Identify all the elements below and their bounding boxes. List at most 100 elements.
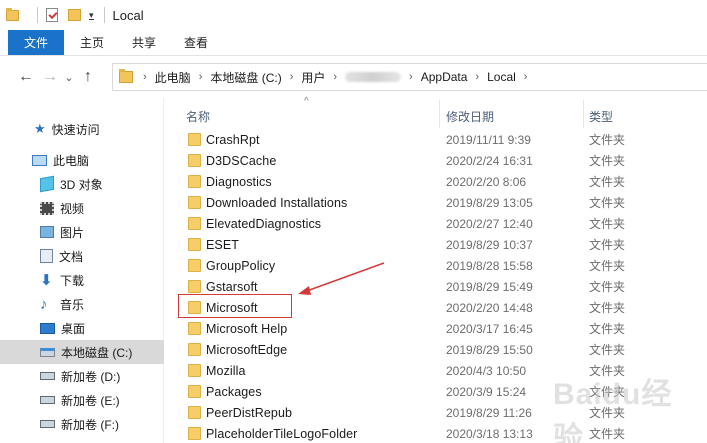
chevron-right-icon[interactable]: › [524,71,528,83]
back-arrow-icon[interactable]: ← [14,68,38,86]
folder-icon [119,69,133,83]
nav-label: 下载 [60,273,85,288]
breadcrumb-local[interactable]: Local [487,70,516,84]
nav-quick-access[interactable]: ★ 快速访问 [0,117,164,141]
chevron-right-icon[interactable]: › [199,71,203,83]
file-name: Mozilla [206,363,246,378]
breadcrumb-users[interactable]: 用户 [301,69,325,86]
column-header-date[interactable]: 修改日期 [446,104,494,128]
file-date: 2019/8/29 13:05 [446,195,533,210]
file-name: Packages [206,384,262,399]
file-row[interactable]: MicrosoftEdge 2019/8/29 15:50 文件夹 [180,339,707,360]
nav-this-pc[interactable]: 此电脑 [0,148,164,172]
file-row[interactable]: GroupPolicy 2019/8/28 15:58 文件夹 [180,255,707,276]
file-row[interactable]: Microsoft Help 2020/3/17 16:45 文件夹 [180,318,707,339]
breadcrumb-this-pc[interactable]: 此电脑 [155,69,191,86]
folder-icon [188,343,201,356]
recent-locations-chevron-icon[interactable]: ⌄ [62,71,76,84]
video-icon [40,201,54,215]
file-name: PlaceholderTileLogoFolder [206,426,358,441]
navigation-pane: ★ 快速访问 此电脑 3D 对象 视频 图片 文档 ⬇ 下载 ♪ 音乐 桌面 本… [0,98,164,443]
customize-toolbar-dropdown[interactable]: ▾ [89,10,94,20]
drive-icon [40,372,55,380]
cube-icon [40,175,54,193]
tab-share[interactable]: 共享 [118,30,170,55]
tab-view[interactable]: 查看 [170,30,222,55]
folder-icon [188,196,201,209]
file-name: MicrosoftEdge [206,342,288,357]
nav-3d-objects[interactable]: 3D 对象 [0,172,164,196]
nav-label: 本地磁盘 (C:) [61,345,133,360]
star-icon: ★ [34,121,46,136]
up-arrow-icon[interactable]: ↑ [76,68,100,86]
nav-label: 3D 对象 [60,177,103,192]
file-row[interactable]: Diagnostics 2020/2/20 8:06 文件夹 [180,171,707,192]
nav-label: 桌面 [61,321,86,336]
folder-icon [188,217,201,230]
folder-icon [188,364,201,377]
file-name: Microsoft Help [206,321,288,336]
file-row[interactable]: D3DSCache 2020/2/24 16:31 文件夹 [180,150,707,171]
nav-label: 音乐 [60,297,85,312]
nav-videos[interactable]: 视频 [0,196,164,220]
breadcrumb-local-disk-c[interactable]: 本地磁盘 (C:) [210,69,281,86]
folder-icon [188,154,201,167]
nav-label: 文档 [59,249,84,264]
title-bar: ▾ Local [0,0,707,30]
computer-icon [32,154,47,166]
properties-icon[interactable] [46,8,58,22]
file-row[interactable]: ElevatedDiagnostics 2020/2/27 12:40 文件夹 [180,213,707,234]
nav-drive-f[interactable]: 新加卷 (F:) [0,412,164,436]
file-name: Gstarsoft [206,279,258,294]
chevron-right-icon[interactable]: › [143,71,147,83]
file-date: 2020/3/9 15:24 [446,384,527,399]
chevron-right-icon[interactable]: › [333,71,337,83]
folder-icon[interactable] [6,7,19,21]
forward-arrow-icon[interactable]: → [38,68,62,86]
file-row[interactable]: CrashRpt 2019/11/11 9:39 文件夹 [180,129,707,150]
file-type: 文件夹 [589,322,626,336]
column-header-name[interactable]: 名称 [186,104,210,128]
column-divider[interactable] [583,100,584,128]
title-divider [103,7,105,23]
nav-documents[interactable]: 文档 [0,244,164,268]
nav-downloads[interactable]: ⬇ 下载 [0,268,164,292]
breadcrumb-appdata[interactable]: AppData [421,70,468,84]
file-name: GroupPolicy [206,258,276,273]
drive-icon [40,347,55,357]
folder-icon [188,259,201,272]
documents-icon [40,249,53,263]
watermark-logo: Baidu经验 [553,378,673,443]
nav-desktop[interactable]: 桌面 [0,316,164,340]
nav-pictures[interactable]: 图片 [0,220,164,244]
pictures-icon [40,226,54,238]
breadcrumb-username-blurred[interactable] [345,72,402,82]
folder-icon [188,406,201,419]
file-row[interactable]: Downloaded Installations 2019/8/29 13:05 文… [180,192,707,213]
folder-icon [188,322,201,335]
address-bar[interactable]: › 此电脑 › 本地磁盘 (C:) › 用户 › › AppData › Loc… [112,63,707,91]
nav-drive-e[interactable]: 新加卷 (E:) [0,388,164,412]
file-row[interactable]: ESET 2019/8/29 10:37 文件夹 [180,234,707,255]
file-name: Downloaded Installations [206,195,348,210]
column-header-type[interactable]: 类型 [589,104,613,128]
quick-access-toolbar: ▾ [6,7,102,23]
tab-file[interactable]: 文件 [8,30,64,55]
chevron-right-icon[interactable]: › [475,71,479,83]
nav-label: 视频 [60,201,85,216]
nav-drive-d[interactable]: 新加卷 (D:) [0,364,164,388]
nav-music[interactable]: ♪ 音乐 [0,292,164,316]
tab-home[interactable]: 主页 [64,30,118,55]
nav-local-disk-c[interactable]: 本地磁盘 (C:) [0,340,164,364]
column-divider[interactable] [439,100,440,128]
chevron-right-icon[interactable]: › [290,71,294,83]
nav-label: 新加卷 (D:) [61,369,121,384]
file-date: 2019/8/29 11:26 [446,405,532,420]
file-type: 文件夹 [589,343,626,357]
navigation-bar: ← → ⌄ ↑ › 此电脑 › 本地磁盘 (C:) › 用户 › › AppDa… [0,56,707,98]
chevron-right-icon[interactable]: › [409,71,413,83]
new-folder-icon[interactable] [68,9,81,21]
file-date: 2020/3/18 13:13 [446,426,533,441]
file-name: ESET [206,237,240,252]
nav-label: 新加卷 (E:) [61,393,120,408]
